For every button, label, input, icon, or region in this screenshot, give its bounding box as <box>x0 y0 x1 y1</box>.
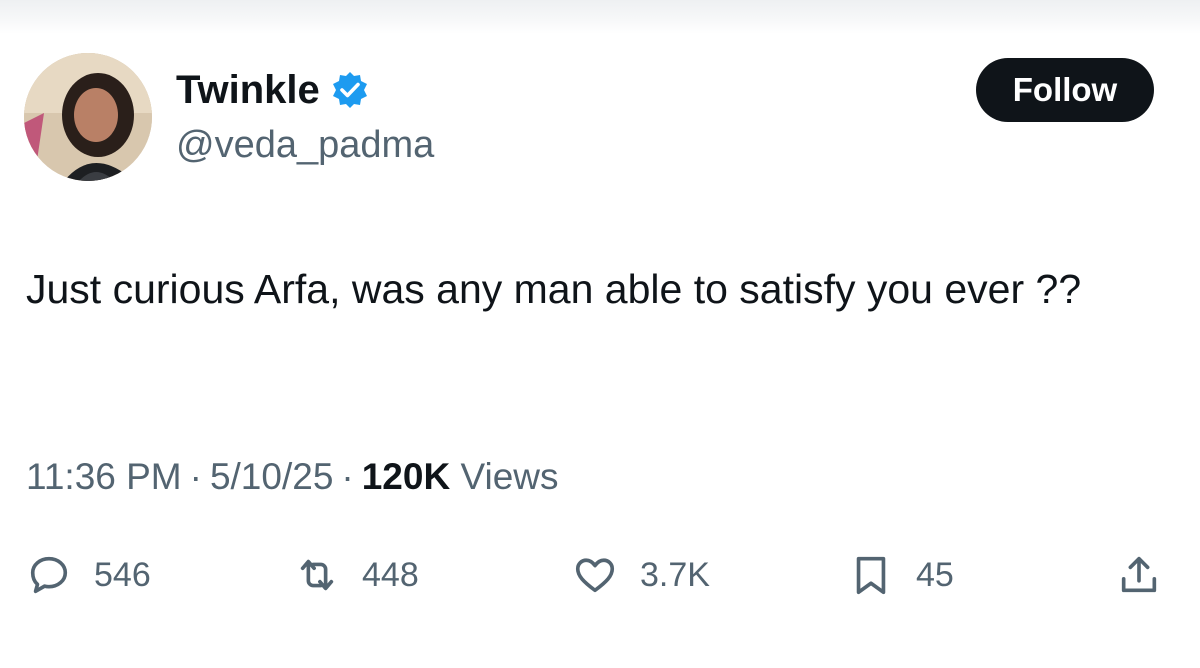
author-handle[interactable]: @veda_padma <box>176 124 434 167</box>
author-name[interactable]: Twinkle <box>176 68 320 113</box>
repost-button[interactable]: 448 <box>294 550 419 600</box>
tweet-meta: 11:36 PM · 5/10/25 · 120K Views <box>26 456 559 498</box>
repost-icon <box>300 559 334 591</box>
top-edge-strip <box>0 0 1200 34</box>
reply-count: 546 <box>94 555 151 594</box>
bookmark-icon <box>856 556 886 595</box>
author-name-row: Twinkle <box>176 66 370 114</box>
reply-button[interactable]: 546 <box>26 550 151 600</box>
share-button[interactable] <box>1116 550 1162 600</box>
repost-count: 448 <box>362 555 419 594</box>
meta-separator: · <box>341 456 354 497</box>
verified-badge-icon <box>330 70 370 110</box>
like-count: 3.7K <box>640 555 710 594</box>
like-button[interactable]: 3.7K <box>572 550 710 600</box>
views-label: Views <box>460 456 559 497</box>
avatar-photo <box>24 53 152 181</box>
tweet-time[interactable]: 11:36 PM <box>26 456 182 497</box>
tweet-text: Just curious Arfa, was any man able to s… <box>26 266 1082 312</box>
share-icon <box>1121 556 1157 593</box>
heart-icon <box>575 558 615 593</box>
follow-button[interactable]: Follow <box>976 58 1154 122</box>
views-count: 120K <box>361 456 451 497</box>
meta-separator: · <box>189 456 202 497</box>
bookmark-button[interactable]: 45 <box>848 550 954 600</box>
bookmark-count: 45 <box>916 555 954 594</box>
reply-icon <box>30 556 68 594</box>
tweet-date[interactable]: 5/10/25 <box>210 456 333 497</box>
avatar[interactable] <box>24 53 152 181</box>
